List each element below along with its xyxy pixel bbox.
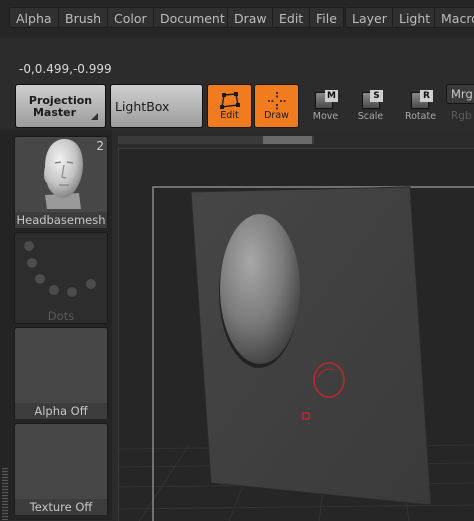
corner-arrow-icon: [91, 113, 98, 120]
lightbox-label: LightBox: [115, 99, 170, 114]
alpha-thumbnail-dots[interactable]: Dots: [14, 232, 108, 324]
document-canvas[interactable]: [118, 148, 474, 521]
menu-bar: Alpha Brush Color Document Draw Edit Fil…: [0, 0, 474, 38]
rgb-label[interactable]: Rgb: [451, 110, 472, 122]
scale-button[interactable]: S Scale: [348, 84, 393, 128]
scene-render: [119, 186, 474, 521]
mesh-count: 2: [96, 139, 104, 153]
menu-file[interactable]: File: [309, 7, 344, 28]
lightbox-button[interactable]: LightBox: [110, 84, 203, 128]
texture-slot[interactable]: Texture Off: [14, 423, 108, 515]
left-scrollbar[interactable]: [2, 468, 8, 520]
viewport-ruler: [118, 136, 314, 144]
tool-thumbnail-headbasemesh[interactable]: 2 Headbasemesh: [14, 136, 108, 228]
mrg-label: Mrg: [451, 87, 473, 101]
projection-master-button[interactable]: Projection Master: [15, 84, 106, 128]
draw-label: Draw: [264, 110, 289, 121]
rotate-button[interactable]: R Rotate: [398, 84, 443, 128]
mrg-button[interactable]: Mrg: [446, 84, 474, 104]
scale-key-badge: S: [370, 90, 383, 102]
menu-color[interactable]: Color: [107, 7, 154, 28]
texture-off-label: Texture Off: [15, 499, 107, 515]
alpha-off-label: Alpha Off: [15, 403, 107, 419]
menu-draw[interactable]: Draw: [227, 7, 274, 28]
coordinate-readout: -0,0.499,-0.999: [19, 62, 112, 76]
menu-document[interactable]: Document: [153, 7, 232, 28]
scale-label: Scale: [357, 111, 384, 122]
menu-alpha[interactable]: Alpha: [9, 7, 59, 28]
menu-brush[interactable]: Brush: [58, 7, 109, 28]
move-label: Move: [312, 111, 339, 122]
menu-layer[interactable]: Layer: [345, 7, 394, 28]
rotate-label: Rotate: [404, 111, 437, 122]
move-button[interactable]: M Move: [303, 84, 348, 128]
edit-icon: [219, 92, 240, 109]
dots-label: Dots: [47, 309, 75, 323]
ruler-marker: [263, 136, 312, 144]
dots-icon: [24, 241, 96, 297]
edit-label: Edit: [220, 110, 239, 121]
draw-button[interactable]: Draw: [254, 84, 299, 128]
menu-macro[interactable]: Macro: [434, 7, 474, 28]
mesh-label: Headbasemesh: [15, 212, 107, 228]
menu-light[interactable]: Light: [392, 7, 438, 28]
alpha-slot[interactable]: Alpha Off: [14, 327, 108, 419]
draw-icon: [267, 92, 286, 110]
menu-edit[interactable]: Edit: [272, 7, 311, 28]
head-icon: [43, 139, 83, 209]
rotate-key-badge: R: [420, 90, 433, 102]
move-key-badge: M: [325, 90, 338, 102]
edit-button[interactable]: Edit: [207, 84, 252, 128]
